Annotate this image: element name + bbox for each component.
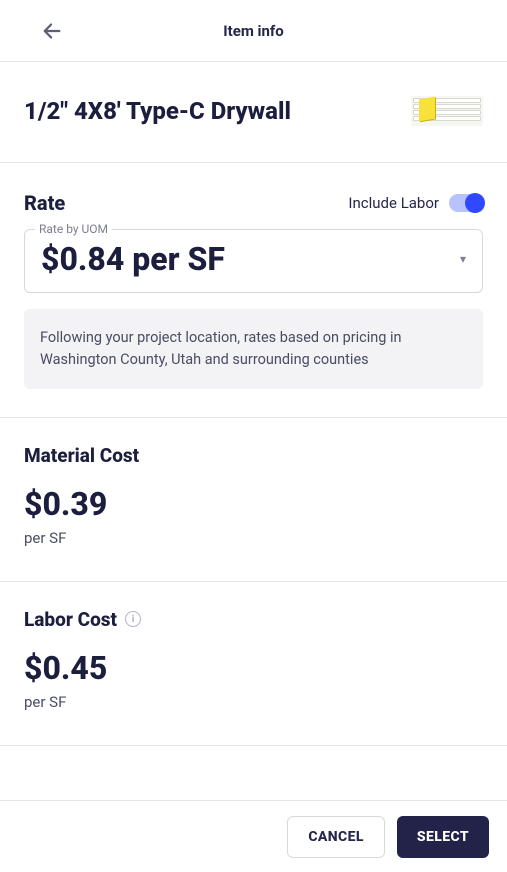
rate-select-value: $0.84 per SF <box>41 240 225 278</box>
include-labor-label: Include Labor <box>348 194 439 212</box>
page-title: Item info <box>0 22 507 40</box>
cancel-button[interactable]: CANCEL <box>287 816 385 858</box>
arrow-left-icon <box>41 20 63 42</box>
header: Item info <box>0 0 507 62</box>
material-cost-unit: per SF <box>24 529 483 547</box>
select-legend: Rate by UOM <box>35 222 112 236</box>
rate-header: Rate Include Labor <box>24 191 483 215</box>
rate-info-banner: Following your project location, rates b… <box>24 309 483 389</box>
labor-cost-value: $0.45 <box>24 649 483 687</box>
toggle-knob-icon <box>465 193 485 213</box>
item-thumbnail <box>411 96 483 126</box>
info-icon[interactable]: i <box>125 611 141 627</box>
back-button[interactable] <box>34 13 70 49</box>
item-title-row: 1/2" 4X8' Type-C Drywall <box>0 62 507 163</box>
material-cost-value: $0.39 <box>24 485 483 523</box>
rate-heading: Rate <box>24 191 65 215</box>
item-title: 1/2" 4X8' Type-C Drywall <box>24 97 291 125</box>
material-cost-title: Material Cost <box>24 444 139 467</box>
labor-cost-unit: per SF <box>24 693 483 711</box>
include-labor-control: Include Labor <box>348 194 483 212</box>
footer-bar: CANCEL SELECT <box>0 800 507 872</box>
rate-uom-select[interactable]: Rate by UOM $0.84 per SF ▾ <box>24 229 483 293</box>
chevron-down-icon: ▾ <box>460 252 466 266</box>
select-button[interactable]: SELECT <box>397 816 489 858</box>
labor-cost-section: Labor Cost i $0.45 per SF <box>0 582 507 746</box>
labor-cost-title: Labor Cost <box>24 608 117 631</box>
rate-section: Rate Include Labor Rate by UOM $0.84 per… <box>0 163 507 418</box>
include-labor-toggle[interactable] <box>449 194 483 212</box>
material-cost-section: Material Cost $0.39 per SF <box>0 418 507 582</box>
